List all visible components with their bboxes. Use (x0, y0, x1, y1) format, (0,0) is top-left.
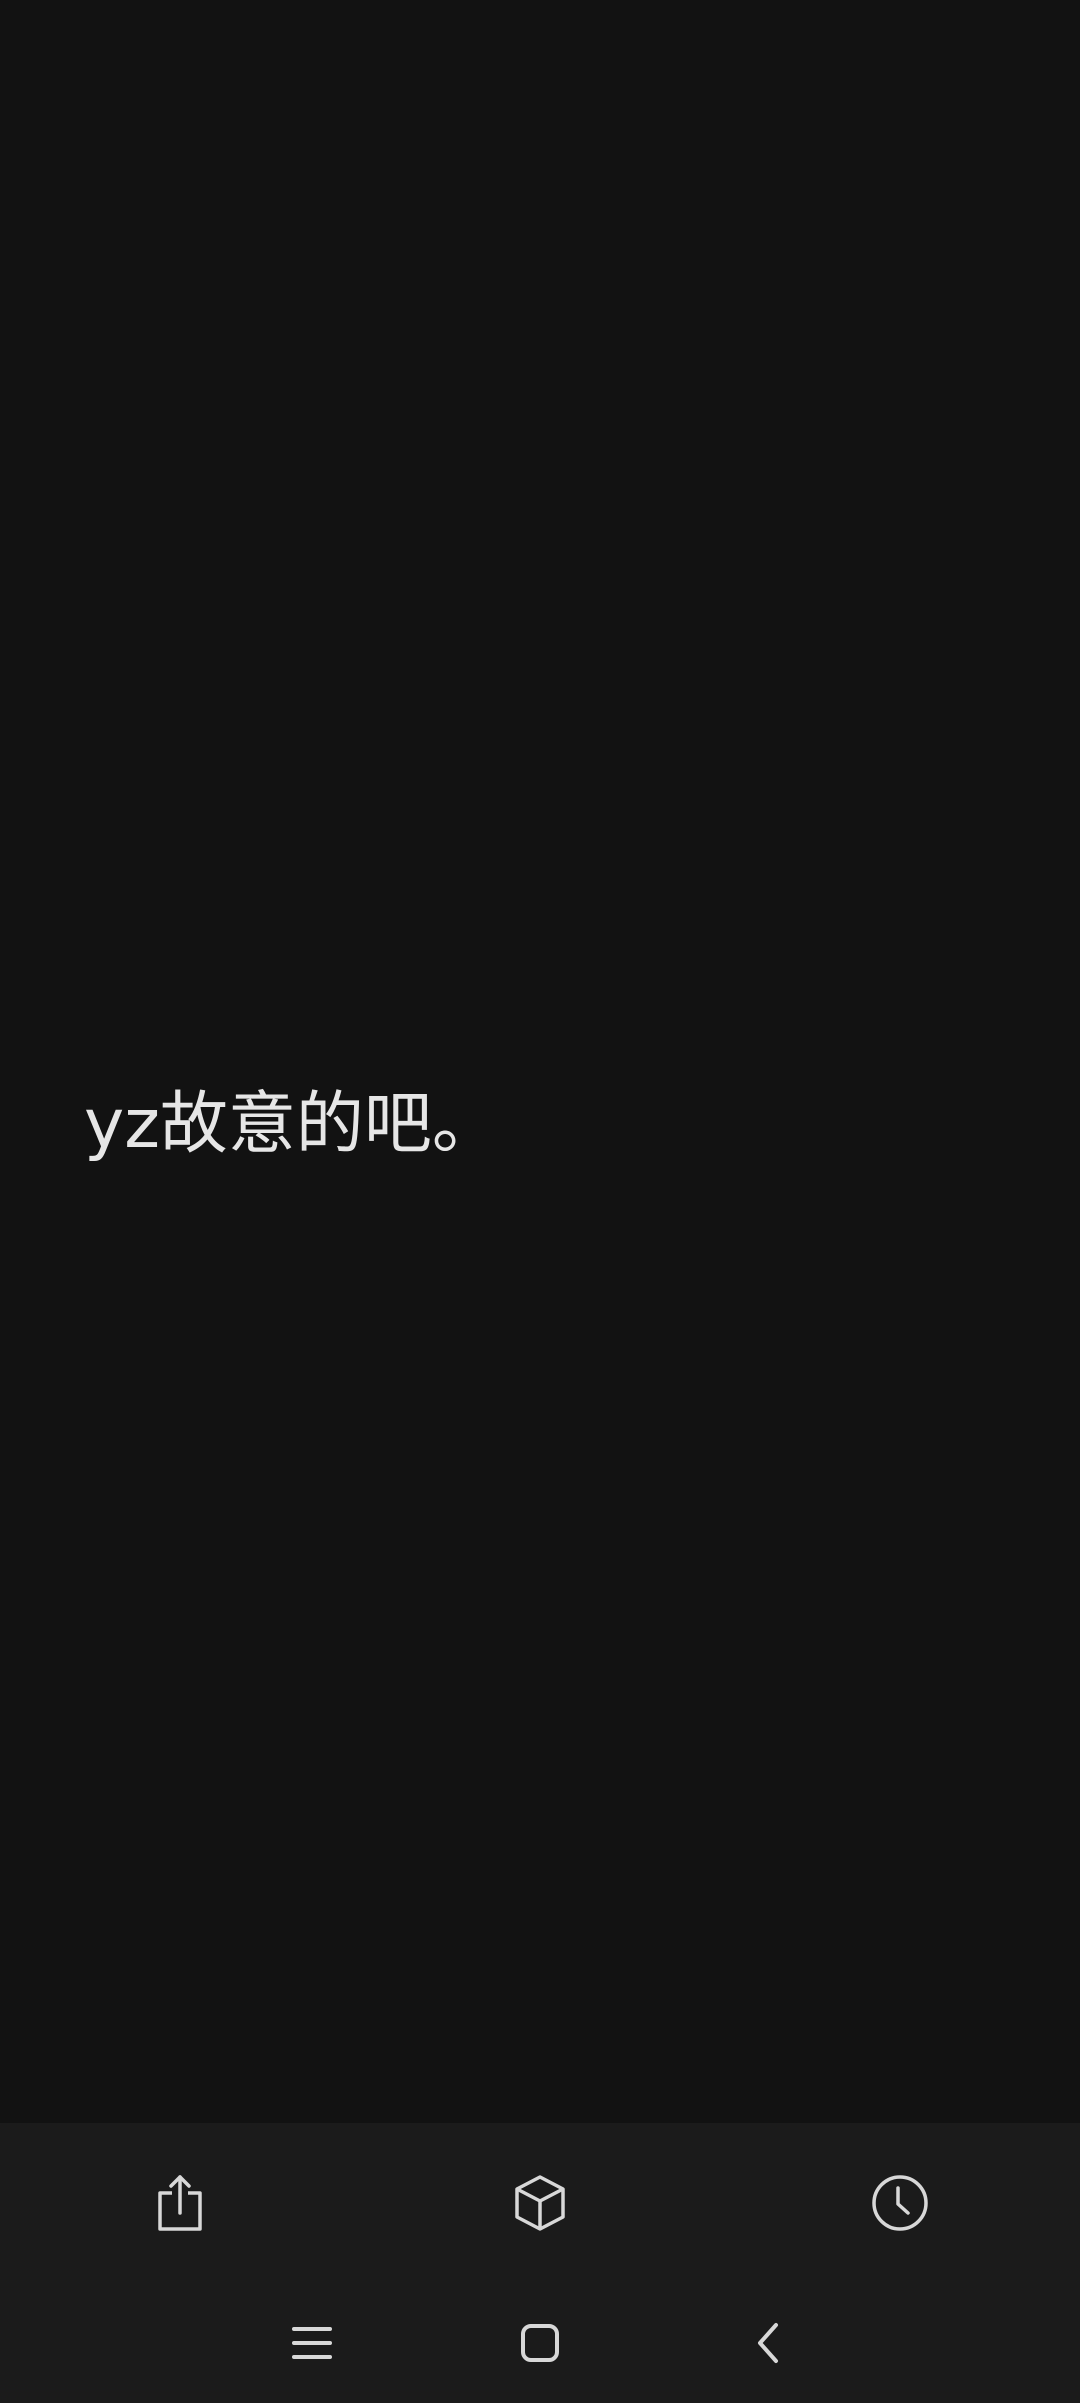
recent-apps-icon (292, 2327, 332, 2359)
content-area: yz故意的吧。 (0, 0, 1080, 2123)
share-button[interactable] (140, 2163, 220, 2243)
home-button[interactable] (500, 2303, 580, 2383)
action-toolbar (0, 2123, 1080, 2273)
system-navigation-bar (0, 2293, 1080, 2393)
back-icon (758, 2323, 778, 2363)
cube-button[interactable] (500, 2163, 580, 2243)
back-button[interactable] (728, 2303, 808, 2383)
history-button[interactable] (860, 2163, 940, 2243)
cube-icon (515, 2175, 565, 2231)
bottom-bar (0, 2123, 1080, 2403)
share-icon (158, 2175, 202, 2231)
recent-apps-button[interactable] (272, 2303, 352, 2383)
post-text: yz故意的吧。 (84, 1085, 500, 1164)
home-icon (521, 2324, 559, 2362)
clock-icon (872, 2175, 928, 2231)
screen: yz故意的吧。 (0, 0, 1080, 2403)
